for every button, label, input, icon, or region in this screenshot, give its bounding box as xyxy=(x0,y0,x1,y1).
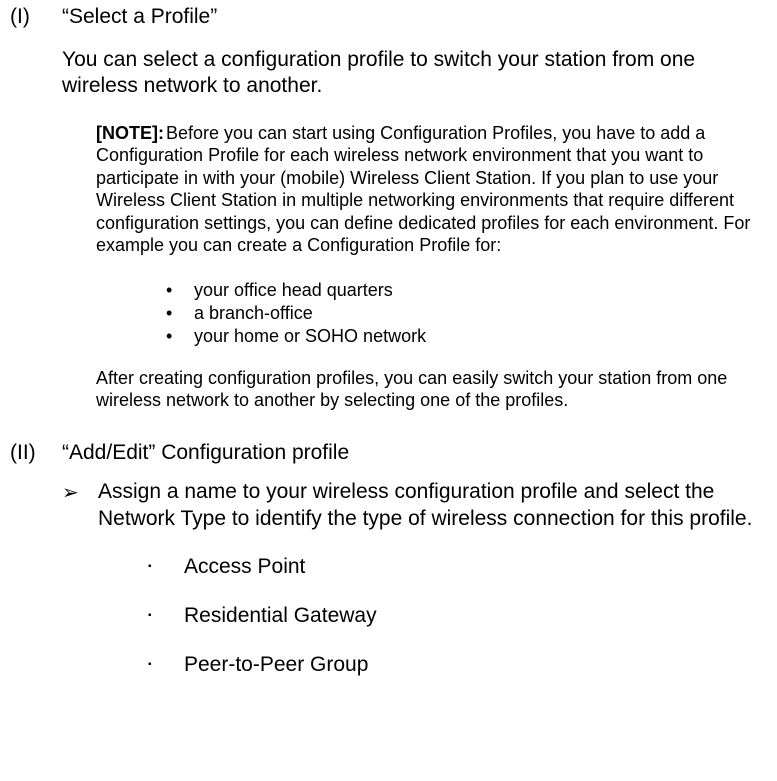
list-item-text: Peer-to-Peer Group xyxy=(184,651,368,678)
arrow-icon: ➢ xyxy=(62,479,98,533)
section-2-body: ➢ Assign a name to your wireless configu… xyxy=(62,479,767,679)
list-item: • your home or SOHO network xyxy=(166,325,767,348)
section-add-edit-profile: (II) “Add/Edit” Configuration profile ➢ … xyxy=(10,440,767,679)
note-text: [NOTE]:Before you can start using Config… xyxy=(96,122,767,257)
section-2-label: (II) xyxy=(10,440,62,465)
list-item: • your office head quarters xyxy=(166,279,767,302)
list-item: ▪ Access Point xyxy=(148,553,767,580)
note-label: [NOTE]: xyxy=(96,123,164,143)
bullet-icon: • xyxy=(166,279,194,302)
note-block: [NOTE]:Before you can start using Config… xyxy=(96,122,767,257)
note-body: Before you can start using Configuration… xyxy=(96,123,750,256)
square-icon: ▪ xyxy=(148,602,184,629)
section-1-body: You can select a configuration profile t… xyxy=(62,47,767,412)
square-icon: ▪ xyxy=(148,651,184,678)
network-type-list: ▪ Access Point ▪ Residential Gateway ▪ P… xyxy=(148,553,767,679)
list-item-text: Access Point xyxy=(184,553,305,580)
list-item: ▪ Peer-to-Peer Group xyxy=(148,651,767,678)
bullet-text: your home or SOHO network xyxy=(194,325,426,348)
bullet-text: your office head quarters xyxy=(194,279,393,302)
after-note-text: After creating configuration profiles, y… xyxy=(96,367,767,412)
section-select-profile: (I) “Select a Profile” You can select a … xyxy=(10,4,767,412)
list-item-text: Residential Gateway xyxy=(184,602,377,629)
note-bullets: • your office head quarters • a branch-o… xyxy=(166,279,767,349)
list-item: ▪ Residential Gateway xyxy=(148,602,767,629)
bullet-icon: • xyxy=(166,302,194,325)
square-icon: ▪ xyxy=(148,553,184,580)
section-1-label: (I) xyxy=(10,4,62,29)
list-item: • a branch-office xyxy=(166,302,767,325)
arrow-text: Assign a name to your wireless configura… xyxy=(98,479,767,533)
section-1-intro: You can select a configuration profile t… xyxy=(62,47,767,100)
bullet-icon: • xyxy=(166,325,194,348)
section-1-title: “Select a Profile” xyxy=(62,4,217,29)
bullet-text: a branch-office xyxy=(194,302,313,325)
section-2-title: “Add/Edit” Configuration profile xyxy=(62,440,349,465)
section-1-heading: (I) “Select a Profile” xyxy=(10,4,767,29)
arrow-row: ➢ Assign a name to your wireless configu… xyxy=(62,479,767,533)
section-2-heading: (II) “Add/Edit” Configuration profile xyxy=(10,440,767,465)
